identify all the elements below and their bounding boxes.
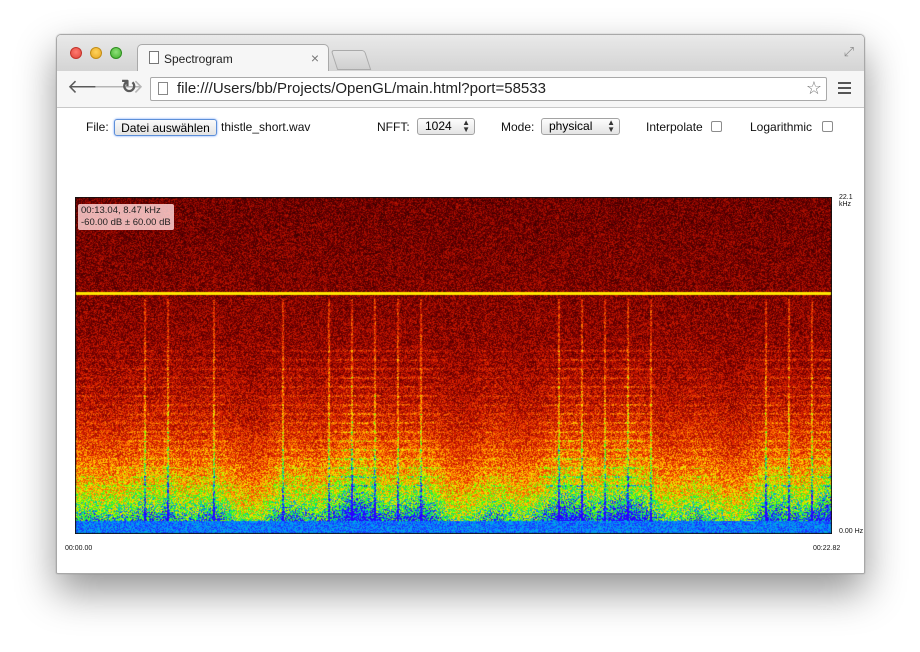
page-icon: [158, 82, 168, 95]
zoom-window-button[interactable]: [110, 47, 122, 59]
address-bar[interactable]: file:///Users/bb/Projects/OpenGL/main.ht…: [150, 77, 827, 101]
browser-toolbar: 🡐 🡒 ↻ file:///Users/bb/Projects/OpenGL/m…: [57, 71, 864, 108]
reload-icon[interactable]: ↻: [121, 78, 137, 98]
y-axis-top-label: 22.1 kHz: [839, 194, 853, 208]
file-name-text: thistle_short.wav: [221, 120, 311, 134]
select-arrows-icon: ▲ ▼: [607, 118, 615, 134]
fullscreen-icon[interactable]: ⤢: [844, 44, 854, 60]
mode-select[interactable]: physical ▲ ▼: [541, 118, 620, 135]
page-content: File: Datei auswählen thistle_short.wav …: [57, 108, 864, 573]
nfft-label: NFFT:: [377, 120, 410, 134]
file-label: File:: [86, 120, 109, 134]
new-tab-button[interactable]: [330, 50, 372, 70]
logarithmic-checkbox[interactable]: [822, 121, 833, 132]
mode-select-value: physical: [549, 119, 593, 133]
tab-title: Spectrogram: [164, 52, 233, 66]
nfft-select-value: 1024: [425, 119, 452, 133]
interpolate-label: Interpolate: [646, 120, 703, 134]
url-text[interactable]: file:///Users/bb/Projects/OpenGL/main.ht…: [177, 80, 546, 97]
tab-close-icon[interactable]: ×: [311, 50, 319, 66]
logarithmic-label: Logarithmic: [750, 120, 813, 134]
document-icon: [149, 51, 159, 64]
file-choose-button[interactable]: Datei auswählen: [114, 119, 217, 136]
menu-hamburger-icon[interactable]: [838, 82, 851, 96]
spectrogram-canvas[interactable]: [75, 197, 832, 534]
title-bar: Spectrogram × ⤢: [57, 35, 864, 72]
minimize-window-button[interactable]: [90, 47, 102, 59]
desktop-background: Spectrogram × ⤢ 🡐 🡒 ↻ file:///Users/bb/P…: [0, 0, 920, 652]
cursor-info-box: 00:13.04, 8.47 kHz -60.00 dB ± 60.00 dB: [78, 204, 174, 230]
y-axis-bottom-label: 0.00 Hz: [839, 528, 864, 535]
mode-label: Mode:: [501, 120, 535, 134]
x-axis-start-label: 00:00.00: [65, 545, 93, 552]
x-axis-end-label: 00:22.82: [813, 545, 841, 552]
cursor-time-frequency: 00:13.04, 8.47 kHz: [81, 205, 161, 216]
select-arrows-icon: ▲ ▼: [462, 118, 470, 134]
interpolate-checkbox[interactable]: [711, 121, 722, 132]
nfft-select[interactable]: 1024 ▲ ▼: [417, 118, 475, 135]
spectrogram-view[interactable]: [75, 197, 832, 534]
cursor-db-range: -60.00 dB ± 60.00 dB: [81, 217, 171, 228]
close-window-button[interactable]: [70, 47, 82, 59]
browser-window: Spectrogram × ⤢ 🡐 🡒 ↻ file:///Users/bb/P…: [56, 34, 865, 574]
bookmark-star-icon[interactable]: ☆: [806, 78, 822, 99]
tab-spectrogram[interactable]: Spectrogram ×: [137, 44, 329, 72]
